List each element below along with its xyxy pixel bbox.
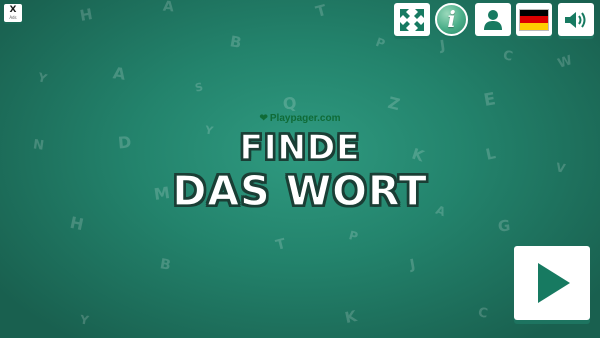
bg-letter: Y xyxy=(79,312,90,328)
bg-letter: A xyxy=(111,63,127,84)
bg-letter: B xyxy=(228,32,244,52)
game-title-line-1: FINDE xyxy=(239,128,361,168)
heart-icon: ❤ xyxy=(259,113,268,124)
bg-letter: T xyxy=(274,236,288,254)
bg-letter: J xyxy=(438,37,447,55)
bg-letter: P xyxy=(347,228,360,244)
bg-letter: S xyxy=(193,80,205,95)
bg-letter: K xyxy=(343,306,359,328)
brand-link[interactable]: ❤ Playpager.com xyxy=(0,113,600,124)
play-button[interactable] xyxy=(514,246,590,320)
bg-letter: P xyxy=(373,34,387,52)
game-stage: H A T B P J C W Y A S Y Q Z E N D K L V … xyxy=(0,0,600,338)
bg-letter: H xyxy=(78,5,94,25)
info-button[interactable]: i xyxy=(435,3,468,36)
bg-letter: Z xyxy=(385,92,402,115)
ads-close-sublabel: Ads xyxy=(9,15,17,20)
bg-letter: Y xyxy=(36,70,49,86)
fullscreen-button[interactable] xyxy=(394,3,430,36)
flag-stripe-gold xyxy=(520,22,548,30)
bg-letter: B xyxy=(158,256,172,274)
info-icon: i xyxy=(447,6,456,33)
bg-letter: A xyxy=(162,0,175,16)
bg-letter: W xyxy=(556,53,575,72)
language-button[interactable] xyxy=(516,3,552,36)
bg-letter: E xyxy=(482,89,498,111)
german-flag-icon xyxy=(519,8,549,31)
profile-button[interactable] xyxy=(475,3,511,36)
bg-letter: C xyxy=(501,48,515,65)
bg-letter: T xyxy=(313,0,329,22)
brand-name: Playpager.com xyxy=(269,113,341,124)
user-icon xyxy=(484,9,502,30)
expand-arrows-icon xyxy=(400,8,424,31)
ads-close-tile[interactable]: X Ads xyxy=(4,4,22,22)
flag-stripe-black xyxy=(520,9,548,17)
bg-letter: J xyxy=(408,256,417,274)
sound-button[interactable] xyxy=(558,3,594,36)
bg-letter: C xyxy=(476,305,489,322)
bg-letter: Q xyxy=(281,93,298,114)
speaker-icon xyxy=(565,11,586,28)
game-title-line-2: DAS WORT xyxy=(172,167,428,215)
flag-stripe-red xyxy=(520,16,548,23)
bg-letter: G xyxy=(497,216,512,236)
bg-letter: H xyxy=(68,212,86,235)
play-icon xyxy=(538,263,570,303)
ads-close-label: X xyxy=(9,5,17,15)
